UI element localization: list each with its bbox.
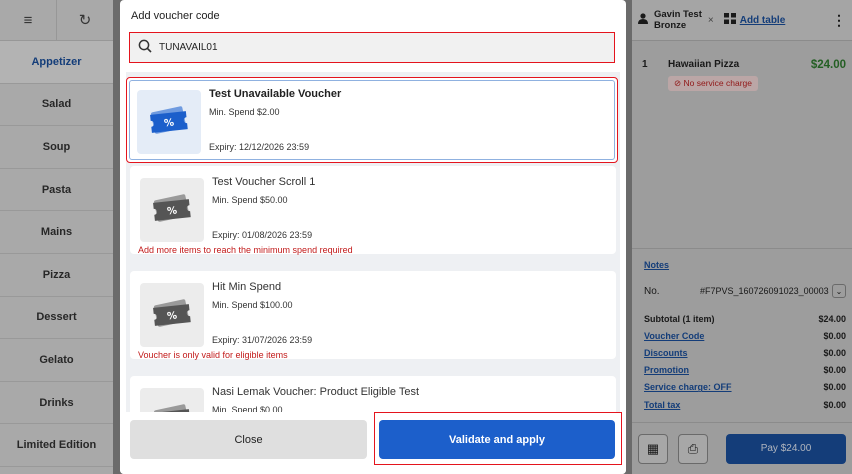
voucher-expiry: Expiry: 12/12/2026 23:59 (209, 142, 310, 152)
voucher-min-spend: Min. Spend $50.00 (212, 195, 288, 205)
voucher-search (129, 32, 615, 63)
voucher-list[interactable]: % Test Unavailable Voucher Min. Spend $2.0… (126, 72, 620, 412)
svg-text:%: % (166, 311, 177, 323)
voucher-name: Test Unavailable Voucher (209, 88, 342, 100)
validate-apply-button[interactable]: Validate and apply (379, 420, 615, 459)
voucher-modal: Add voucher code % Test Unavailable Vouch… (120, 0, 626, 474)
voucher-warning: Voucher is only valid for eligible items (138, 350, 288, 360)
voucher-name: Nasi Lemak Voucher: Product Eligible Tes… (212, 386, 420, 398)
voucher-warning: Add more items to reach the minimum spen… (138, 245, 353, 255)
voucher-name: Hit Min Spend (212, 281, 282, 293)
voucher-card[interactable]: % Test Voucher Scroll 1 Min. Spend $50.00 E… (130, 166, 616, 255)
voucher-expiry: Expiry: 01/08/2026 23:59 (212, 230, 313, 240)
modal-footer: Close Validate and apply (120, 412, 626, 474)
modal-title: Add voucher code (131, 10, 220, 22)
voucher-search-input[interactable] (159, 42, 559, 53)
voucher-icon: % (140, 388, 204, 412)
voucher-min-spend: Min. Spend $2.00 (209, 107, 280, 117)
svg-text:%: % (166, 206, 177, 218)
voucher-card[interactable]: % Test Unavailable Voucher Min. Spend $2.0… (126, 77, 618, 163)
close-button[interactable]: Close (130, 420, 367, 459)
voucher-min-spend: Min. Spend $0.00 (212, 405, 283, 412)
voucher-card[interactable]: % Nasi Lemak Voucher: Product Eligible Te… (130, 376, 616, 412)
voucher-card[interactable]: % Hit Min Spend Min. Spend $100.00 Expiry: … (130, 271, 616, 360)
voucher-expiry: Expiry: 31/07/2026 23:59 (212, 335, 313, 345)
voucher-icon: % (140, 283, 204, 347)
svg-text:%: % (163, 118, 174, 130)
voucher-name: Test Voucher Scroll 1 (212, 176, 316, 188)
selection-outline (129, 80, 615, 160)
voucher-icon: % (140, 178, 204, 242)
voucher-icon: % (137, 90, 201, 154)
search-icon (138, 39, 159, 56)
voucher-min-spend: Min. Spend $100.00 (212, 300, 293, 310)
